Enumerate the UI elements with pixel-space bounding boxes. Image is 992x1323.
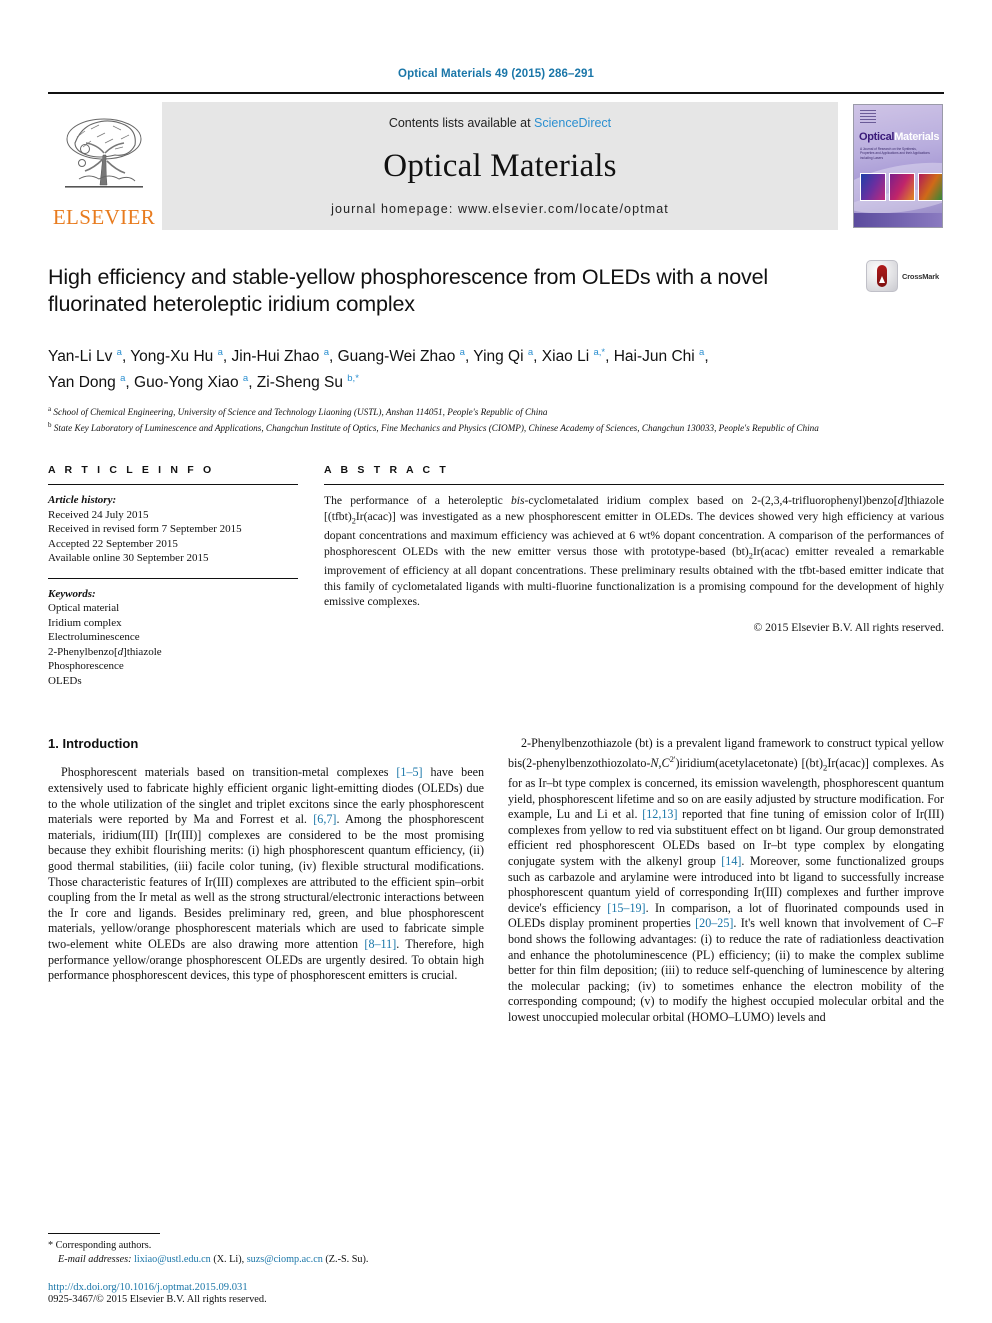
journal-cover-thumbnail: OpticalMaterials A Journal of Research o… [852, 102, 944, 230]
author-list: Yan-Li Lv a, Yong-Xu Hu a, Jin-Hui Zhao … [48, 342, 928, 394]
affiliation-b: b State Key Laboratory of Luminescence a… [48, 420, 819, 433]
email-link-2[interactable]: suzs@ciomp.ac.cn [247, 1254, 323, 1265]
keywords-rule [48, 577, 298, 579]
citation-link[interactable]: [8–11] [364, 937, 396, 951]
abstract-copyright: © 2015 Elsevier B.V. All rights reserved… [753, 621, 944, 635]
paper-page: Optical Materials 49 (2015) 286–291 ELSE… [0, 0, 992, 1323]
article-history-label: Article history: [48, 494, 117, 507]
info-abstract-region: A R T I C L E I N F O Article history: R… [48, 464, 944, 688]
cover-elsevier-logo-icon [860, 110, 876, 124]
article-history: Article history: Received 24 July 2015 R… [48, 493, 298, 566]
masthead-center: Contents lists available at ScienceDirec… [162, 102, 838, 230]
journal-homepage[interactable]: journal homepage: www.elsevier.com/locat… [331, 202, 669, 216]
journal-title: Optical Materials [383, 147, 617, 184]
corresponding-marker: * [48, 1240, 54, 1251]
cover-title: OpticalMaterials [859, 131, 939, 143]
history-item: Received 24 July 2015 [48, 508, 149, 521]
history-item: Accepted 22 September 2015 [48, 537, 178, 550]
elsevier-tree-icon [65, 118, 143, 188]
author-line-2: Yan Dong a, Guo-Yong Xiao a, Zi-Sheng Su… [48, 373, 359, 392]
running-head: Optical Materials 49 (2015) 286–291 [398, 68, 594, 80]
contents-available-line: Contents lists available at ScienceDirec… [389, 116, 611, 130]
abstract-heading: A B S T R A C T [324, 464, 449, 477]
article-info-rule [48, 484, 298, 486]
elsevier-wordmark: ELSEVIER [52, 205, 156, 229]
article-info-heading: A R T I C L E I N F O [48, 464, 215, 477]
history-item: Available online 30 September 2015 [48, 552, 209, 565]
citation-link[interactable]: [12,13] [642, 807, 677, 821]
abstract-column: A B S T R A C T The performance of a het… [324, 464, 944, 688]
sciencedirect-link[interactable]: ScienceDirect [534, 116, 611, 130]
email-label: E-mail addresses: [58, 1253, 132, 1265]
body-columns: 1. Introduction Phosphorescent materials… [48, 736, 944, 1025]
journal-masthead: ELSEVIER Contents lists available at Sci… [48, 92, 944, 230]
email-owner-1: (X. Li), [213, 1253, 245, 1265]
keyword-item: Phosphorescence [48, 660, 124, 673]
crossmark-badge[interactable]: CrossMark [866, 260, 944, 292]
cover-footer-band [854, 213, 942, 227]
cover-image-strip [860, 173, 942, 201]
title-block: High efficiency and stable-yellow phosph… [48, 260, 944, 326]
keyword-item: Optical material [48, 602, 120, 615]
abstract-rule [324, 484, 944, 486]
cover-thumb-2 [889, 173, 915, 201]
crossmark-label: CrossMark [902, 271, 939, 281]
keywords-block: Keywords: Optical material Iridium compl… [48, 587, 298, 689]
email-link-1[interactable]: lixiao@ustl.edu.cn [134, 1254, 211, 1265]
doi-block: http://dx.doi.org/10.1016/j.optmat.2015.… [48, 1282, 500, 1305]
citation-link[interactable]: [20–25] [695, 916, 733, 930]
abstract-text: The performance of a heteroleptic bis-cy… [324, 494, 945, 608]
cover-thumb-1 [860, 173, 886, 201]
footnote-block: * Corresponding authors. E-mail addresse… [48, 1233, 500, 1305]
page-title: High efficiency and stable-yellow phosph… [48, 265, 769, 316]
keyword-item: Electroluminescence [48, 631, 140, 644]
section-heading-introduction: 1. Introduction [48, 736, 139, 752]
cover-subtitle: A Journal of Research on the Synthesis, … [860, 147, 930, 160]
affiliation-a-text: School of Chemical Engineering, Universi… [53, 407, 548, 418]
affiliation-a: a School of Chemical Engineering, Univer… [48, 405, 548, 418]
cover-title-part1: Optical [859, 131, 895, 143]
keyword-item: Iridium complex [48, 616, 122, 629]
history-item: Received in revised form 7 September 201… [48, 523, 242, 536]
keyword-item: OLEDs [48, 674, 82, 687]
email-owner-2: (Z.-S. Su). [325, 1253, 369, 1265]
doi-link[interactable]: http://dx.doi.org/10.1016/j.optmat.2015.… [48, 1282, 500, 1293]
issn-copyright-line: 0925-3467/© 2015 Elsevier B.V. All right… [48, 1294, 267, 1305]
cover-title-part2: Materials [894, 131, 940, 143]
paragraph-intro-left: Phosphorescent materials based on transi… [48, 765, 484, 983]
elsevier-logo: ELSEVIER [48, 102, 160, 230]
email-addresses-note: E-mail addresses: lixiao@ustl.edu.cn (X.… [48, 1253, 500, 1267]
affiliations: a School of Chemical Engineering, Univer… [48, 403, 938, 434]
paragraph-intro-right: 2-Phenylbenzothiazole (bt) is a prevalen… [508, 736, 945, 1024]
citation-link[interactable]: [14] [721, 854, 741, 868]
body-column-left: 1. Introduction Phosphorescent materials… [48, 736, 484, 1025]
keywords-label: Keywords: [48, 587, 96, 600]
citation-link[interactable]: [6,7] [313, 812, 336, 826]
citation-link[interactable]: [1–5] [396, 765, 422, 779]
contents-prefix: Contents lists available at [388, 116, 535, 130]
corresponding-text: Corresponding authors. [55, 1240, 152, 1251]
affiliation-b-text: State Key Laboratory of Luminescence and… [53, 422, 819, 433]
corresponding-authors-note: * Corresponding authors. [48, 1239, 500, 1253]
crossmark-icon [866, 260, 898, 292]
article-info-column: A R T I C L E I N F O Article history: R… [48, 464, 298, 688]
body-column-right: 2-Phenylbenzothiazole (bt) is a prevalen… [508, 736, 944, 1025]
footnote-rule [48, 1233, 160, 1234]
keyword-item: 2-Phenylbenzo[d]thiazole [48, 645, 162, 658]
author-line-1: Yan-Li Lv a, Yong-Xu Hu a, Jin-Hui Zhao … [48, 347, 709, 366]
cover-thumb-3 [918, 173, 942, 201]
citation-link[interactable]: [15–19] [607, 901, 645, 915]
